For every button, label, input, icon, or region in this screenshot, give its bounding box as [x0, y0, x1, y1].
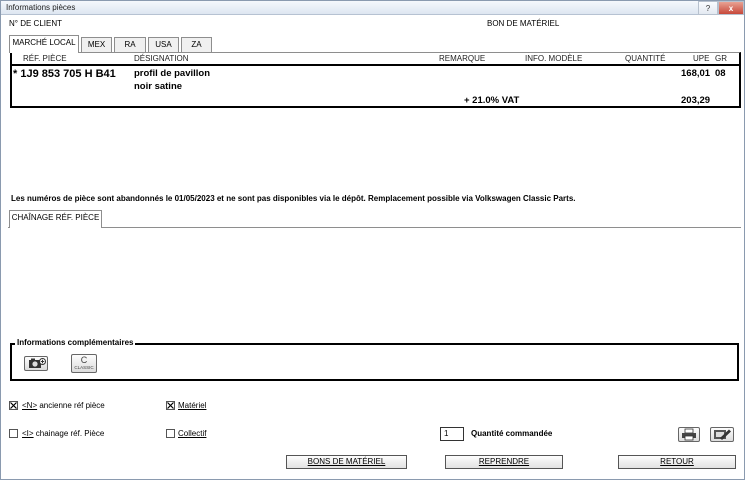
help-button[interactable]: ? [698, 1, 718, 15]
client-number-label: N° DE CLIENT [9, 19, 62, 28]
ancienne-ref-text: ancienne réf pièce [37, 401, 105, 410]
classic-logo-text: CLASSIC [74, 365, 94, 370]
tab-usa[interactable]: USA [148, 37, 179, 53]
row-part-ref[interactable]: * 1J9 853 705 H B41 [13, 68, 116, 80]
col-header-quantite[interactable]: QUANTITÉ [625, 54, 665, 63]
row-designation-line2: noir satine [134, 81, 183, 92]
tab-za[interactable]: ZA [181, 37, 212, 53]
quantity-input[interactable]: 1 [440, 427, 464, 441]
discontinued-notice: Les numéros de pièce sont abandonnés le … [11, 194, 576, 203]
row-gr: 08 [715, 68, 726, 79]
camera-plus-button[interactable] [24, 356, 48, 371]
row-upe: 168,01 [681, 68, 711, 79]
tab-marche-local[interactable]: MARCHÉ LOCAL [9, 35, 79, 53]
ancienne-ref-shortcut: <N> [22, 401, 38, 410]
close-button[interactable]: x [718, 1, 744, 15]
chainage-ref-label[interactable]: <I> chainage réf. Pièce [22, 429, 104, 438]
col-header-gr[interactable]: GR [715, 54, 727, 63]
additional-info-box [10, 343, 739, 381]
tab-mex[interactable]: MEX [81, 37, 112, 53]
parts-info-window: Informations pièces ? x N° DE CLIENT BON… [0, 0, 745, 480]
checkmark-x-icon [167, 402, 174, 409]
print-button[interactable] [678, 427, 700, 442]
bons-materiel-button[interactable]: BONS DE MATÉRIEL [286, 455, 407, 469]
col-header-ref[interactable]: RÉF. PIÈCE [23, 54, 67, 63]
col-header-remarque[interactable]: REMARQUE [439, 54, 485, 63]
reprendre-button[interactable]: REPRENDRE [445, 455, 563, 469]
ancienne-ref-label[interactable]: <N> ancienne réf pièce [22, 401, 105, 410]
chainage-ref-text: chainage réf. Pièce [33, 429, 105, 438]
title-bar: Informations pièces ? x [1, 1, 744, 15]
bons-materiel-label: BONS DE MATÉRIEL [307, 457, 386, 466]
col-header-upe[interactable]: UPE [693, 54, 709, 63]
window-title: Informations pièces [6, 3, 76, 12]
tab-ra[interactable]: RA [114, 37, 146, 53]
checkmark-x-icon [10, 402, 17, 409]
reprendre-label: REPRENDRE [478, 457, 530, 466]
col-header-designation[interactable]: DÉSIGNATION [134, 54, 189, 63]
retour-button[interactable]: RETOUR [618, 455, 736, 469]
collectif-checkbox[interactable] [166, 429, 175, 438]
quantity-label: Quantité commandée [471, 429, 553, 438]
additional-info-title: Informations complémentaires [15, 338, 136, 347]
chain-ref-panel [8, 227, 741, 337]
materiel-label[interactable]: Matériel [178, 401, 206, 410]
tab-chainage-ref[interactable]: CHAÎNAGE RÉF. PIÈCE [9, 210, 102, 228]
edit-pencil-icon [714, 429, 731, 440]
classic-logo-letter: C [80, 355, 88, 365]
camera-plus-icon [29, 358, 46, 368]
printer-icon [682, 428, 696, 441]
vat-label: + 21.0% VAT [464, 95, 520, 106]
ancienne-ref-checkbox[interactable] [9, 401, 18, 410]
col-header-info-modele[interactable]: INFO. MODÈLE [525, 54, 582, 63]
edit-note-button[interactable] [710, 427, 734, 442]
table-header-divider [10, 64, 741, 66]
chainage-ref-checkbox[interactable] [9, 429, 18, 438]
order-type-label: BON DE MATÉRIEL [487, 19, 560, 28]
vat-total: 203,29 [681, 95, 711, 106]
chainage-ref-shortcut: <I> [22, 429, 34, 438]
retour-label: RETOUR [660, 457, 694, 466]
classic-parts-button[interactable]: C CLASSIC [71, 354, 97, 373]
materiel-checkbox[interactable] [166, 401, 175, 410]
row-designation-line1: profil de pavillon [134, 68, 211, 79]
collectif-label[interactable]: Collectif [178, 429, 206, 438]
